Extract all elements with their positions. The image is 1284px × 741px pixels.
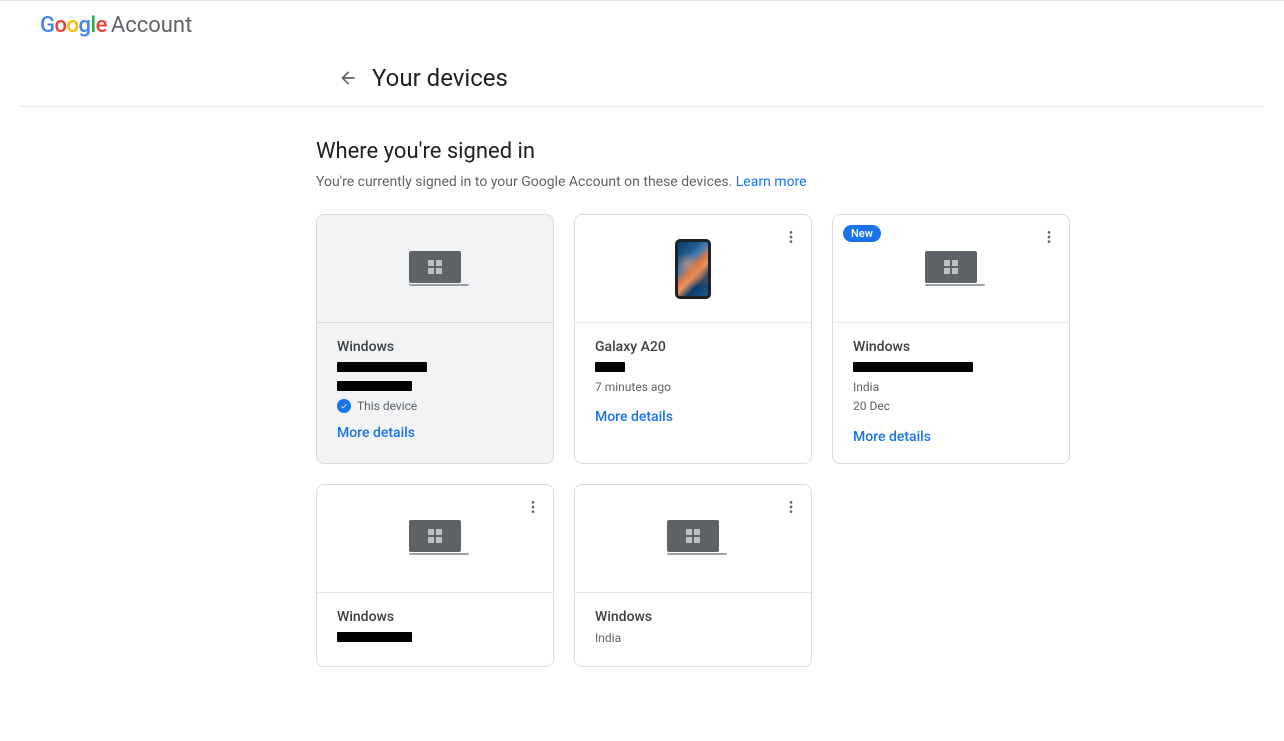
- device-name: Galaxy A20: [595, 339, 791, 355]
- device-name: Windows: [595, 609, 791, 625]
- device-name: Windows: [337, 339, 533, 355]
- device-card[interactable]: New Windows India 20 Dec More details: [832, 214, 1070, 464]
- more-menu-button[interactable]: [779, 225, 803, 249]
- device-meta: [337, 359, 533, 397]
- device-image-area: New: [833, 215, 1069, 323]
- main-content: Where you're signed in You're currently …: [0, 107, 1100, 667]
- device-name: Windows: [337, 609, 533, 625]
- redacted-text: [853, 362, 973, 372]
- device-card[interactable]: Windows This device More details: [316, 214, 554, 464]
- logo-account-text: Account: [111, 13, 192, 38]
- more-menu-button[interactable]: [779, 495, 803, 519]
- device-card[interactable]: Windows India: [574, 484, 812, 667]
- more-details-link[interactable]: More details: [595, 409, 673, 425]
- device-meta: 7 minutes ago: [595, 359, 791, 397]
- windows-laptop-icon: [409, 520, 461, 556]
- device-image-area: [317, 215, 553, 323]
- device-image-area: [575, 215, 811, 323]
- back-arrow-icon[interactable]: [336, 66, 360, 90]
- redacted-text: [337, 362, 427, 372]
- more-menu-button[interactable]: [521, 495, 545, 519]
- new-badge: New: [843, 225, 881, 242]
- page-title: Your devices: [372, 64, 508, 92]
- device-info: Windows India: [575, 593, 811, 666]
- device-info: Windows This device More details: [317, 323, 553, 459]
- windows-laptop-icon: [409, 251, 461, 287]
- device-image-area: [575, 485, 811, 593]
- check-badge-icon: [337, 399, 351, 413]
- redacted-text: [337, 632, 412, 642]
- device-meta: [337, 629, 533, 648]
- device-info: Windows: [317, 593, 553, 666]
- device-meta: India 20 Dec: [853, 359, 1049, 417]
- more-details-link[interactable]: More details: [853, 429, 931, 445]
- device-info: Galaxy A20 7 minutes ago More details: [575, 323, 811, 443]
- app-header: Google Account: [0, 1, 1284, 50]
- devices-grid: Windows This device More details: [316, 214, 1100, 667]
- section-description: You're currently signed in to your Googl…: [316, 174, 1100, 190]
- redacted-text: [595, 362, 625, 372]
- more-details-link[interactable]: More details: [337, 425, 415, 441]
- device-name: Windows: [853, 339, 1049, 355]
- device-card[interactable]: Galaxy A20 7 minutes ago More details: [574, 214, 812, 464]
- this-device-indicator: This device: [337, 399, 533, 413]
- section-title: Where you're signed in: [316, 139, 1100, 164]
- learn-more-link[interactable]: Learn more: [736, 174, 807, 190]
- windows-laptop-icon: [667, 520, 719, 556]
- page-subheader: Your devices: [20, 50, 1264, 107]
- windows-laptop-icon: [925, 251, 977, 287]
- phone-icon: [675, 239, 711, 299]
- device-meta: India: [595, 629, 791, 648]
- device-image-area: [317, 485, 553, 593]
- more-menu-button[interactable]: [1037, 225, 1061, 249]
- google-logo: Google: [40, 13, 107, 38]
- device-card[interactable]: Windows: [316, 484, 554, 667]
- device-info: Windows India 20 Dec More details: [833, 323, 1069, 463]
- redacted-text: [337, 381, 412, 391]
